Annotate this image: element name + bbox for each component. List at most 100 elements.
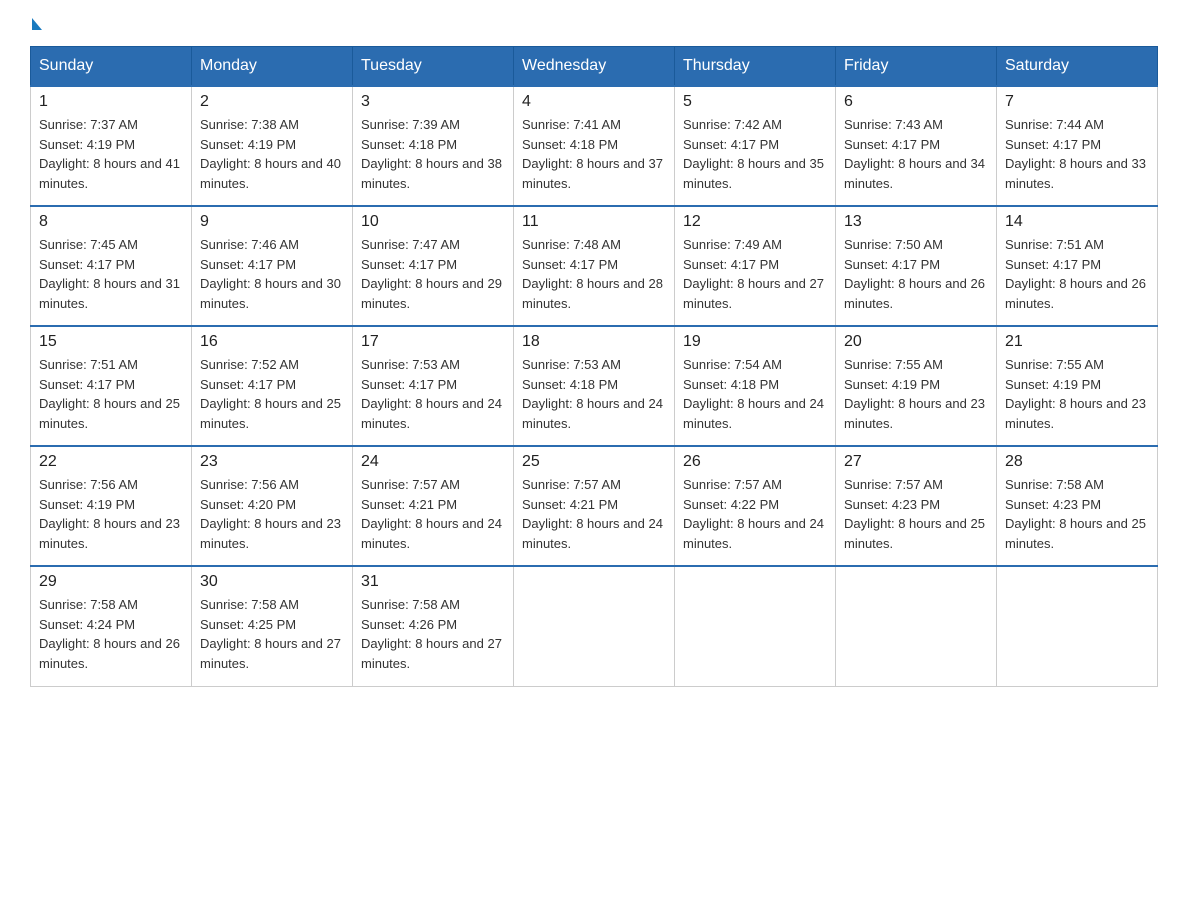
calendar-week-row: 8 Sunrise: 7:45 AMSunset: 4:17 PMDayligh… [31, 206, 1158, 326]
calendar-cell [675, 566, 836, 686]
calendar-cell: 9 Sunrise: 7:46 AMSunset: 4:17 PMDayligh… [192, 206, 353, 326]
day-number: 27 [844, 453, 988, 471]
calendar-cell: 6 Sunrise: 7:43 AMSunset: 4:17 PMDayligh… [836, 86, 997, 206]
day-number: 9 [200, 213, 344, 231]
calendar-cell: 19 Sunrise: 7:54 AMSunset: 4:18 PMDaylig… [675, 326, 836, 446]
calendar-week-row: 22 Sunrise: 7:56 AMSunset: 4:19 PMDaylig… [31, 446, 1158, 566]
calendar-cell: 28 Sunrise: 7:58 AMSunset: 4:23 PMDaylig… [997, 446, 1158, 566]
day-number: 24 [361, 453, 505, 471]
day-detail: Sunrise: 7:53 AMSunset: 4:17 PMDaylight:… [361, 355, 505, 433]
calendar-cell: 31 Sunrise: 7:58 AMSunset: 4:26 PMDaylig… [353, 566, 514, 686]
day-number: 13 [844, 213, 988, 231]
day-number: 14 [1005, 213, 1149, 231]
calendar-cell: 8 Sunrise: 7:45 AMSunset: 4:17 PMDayligh… [31, 206, 192, 326]
day-number: 29 [39, 573, 183, 591]
day-detail: Sunrise: 7:56 AMSunset: 4:20 PMDaylight:… [200, 475, 344, 553]
day-detail: Sunrise: 7:58 AMSunset: 4:25 PMDaylight:… [200, 595, 344, 673]
calendar-cell: 27 Sunrise: 7:57 AMSunset: 4:23 PMDaylig… [836, 446, 997, 566]
day-number: 17 [361, 333, 505, 351]
calendar-cell [836, 566, 997, 686]
day-number: 6 [844, 93, 988, 111]
page-header [30, 20, 1158, 26]
day-of-week-header-sunday: Sunday [31, 47, 192, 87]
day-detail: Sunrise: 7:41 AMSunset: 4:18 PMDaylight:… [522, 115, 666, 193]
calendar-cell: 1 Sunrise: 7:37 AMSunset: 4:19 PMDayligh… [31, 86, 192, 206]
calendar-cell: 3 Sunrise: 7:39 AMSunset: 4:18 PMDayligh… [353, 86, 514, 206]
day-detail: Sunrise: 7:56 AMSunset: 4:19 PMDaylight:… [39, 475, 183, 553]
calendar-cell: 12 Sunrise: 7:49 AMSunset: 4:17 PMDaylig… [675, 206, 836, 326]
day-number: 7 [1005, 93, 1149, 111]
day-number: 5 [683, 93, 827, 111]
day-detail: Sunrise: 7:57 AMSunset: 4:21 PMDaylight:… [361, 475, 505, 553]
day-number: 19 [683, 333, 827, 351]
calendar-cell: 10 Sunrise: 7:47 AMSunset: 4:17 PMDaylig… [353, 206, 514, 326]
day-detail: Sunrise: 7:57 AMSunset: 4:23 PMDaylight:… [844, 475, 988, 553]
day-number: 21 [1005, 333, 1149, 351]
calendar-cell: 25 Sunrise: 7:57 AMSunset: 4:21 PMDaylig… [514, 446, 675, 566]
day-number: 3 [361, 93, 505, 111]
calendar-cell: 21 Sunrise: 7:55 AMSunset: 4:19 PMDaylig… [997, 326, 1158, 446]
calendar-cell: 15 Sunrise: 7:51 AMSunset: 4:17 PMDaylig… [31, 326, 192, 446]
day-detail: Sunrise: 7:53 AMSunset: 4:18 PMDaylight:… [522, 355, 666, 433]
day-number: 25 [522, 453, 666, 471]
calendar-cell: 20 Sunrise: 7:55 AMSunset: 4:19 PMDaylig… [836, 326, 997, 446]
day-of-week-header-tuesday: Tuesday [353, 47, 514, 87]
day-number: 26 [683, 453, 827, 471]
day-detail: Sunrise: 7:52 AMSunset: 4:17 PMDaylight:… [200, 355, 344, 433]
calendar-week-row: 1 Sunrise: 7:37 AMSunset: 4:19 PMDayligh… [31, 86, 1158, 206]
day-detail: Sunrise: 7:38 AMSunset: 4:19 PMDaylight:… [200, 115, 344, 193]
day-of-week-header-wednesday: Wednesday [514, 47, 675, 87]
day-number: 23 [200, 453, 344, 471]
calendar-cell: 29 Sunrise: 7:58 AMSunset: 4:24 PMDaylig… [31, 566, 192, 686]
day-number: 20 [844, 333, 988, 351]
calendar-week-row: 15 Sunrise: 7:51 AMSunset: 4:17 PMDaylig… [31, 326, 1158, 446]
day-of-week-header-thursday: Thursday [675, 47, 836, 87]
day-detail: Sunrise: 7:51 AMSunset: 4:17 PMDaylight:… [39, 355, 183, 433]
calendar-cell: 23 Sunrise: 7:56 AMSunset: 4:20 PMDaylig… [192, 446, 353, 566]
day-detail: Sunrise: 7:47 AMSunset: 4:17 PMDaylight:… [361, 235, 505, 313]
day-number: 11 [522, 213, 666, 231]
calendar-cell [997, 566, 1158, 686]
calendar-cell: 13 Sunrise: 7:50 AMSunset: 4:17 PMDaylig… [836, 206, 997, 326]
calendar-week-row: 29 Sunrise: 7:58 AMSunset: 4:24 PMDaylig… [31, 566, 1158, 686]
logo-arrow-icon [32, 18, 42, 30]
calendar-cell: 22 Sunrise: 7:56 AMSunset: 4:19 PMDaylig… [31, 446, 192, 566]
day-number: 16 [200, 333, 344, 351]
day-detail: Sunrise: 7:57 AMSunset: 4:22 PMDaylight:… [683, 475, 827, 553]
day-detail: Sunrise: 7:44 AMSunset: 4:17 PMDaylight:… [1005, 115, 1149, 193]
day-number: 28 [1005, 453, 1149, 471]
day-number: 30 [200, 573, 344, 591]
day-of-week-header-saturday: Saturday [997, 47, 1158, 87]
calendar-cell: 30 Sunrise: 7:58 AMSunset: 4:25 PMDaylig… [192, 566, 353, 686]
logo [30, 20, 42, 26]
day-detail: Sunrise: 7:55 AMSunset: 4:19 PMDaylight:… [844, 355, 988, 433]
calendar-cell: 24 Sunrise: 7:57 AMSunset: 4:21 PMDaylig… [353, 446, 514, 566]
calendar-cell: 16 Sunrise: 7:52 AMSunset: 4:17 PMDaylig… [192, 326, 353, 446]
day-detail: Sunrise: 7:42 AMSunset: 4:17 PMDaylight:… [683, 115, 827, 193]
day-detail: Sunrise: 7:51 AMSunset: 4:17 PMDaylight:… [1005, 235, 1149, 313]
day-of-week-header-monday: Monday [192, 47, 353, 87]
day-number: 18 [522, 333, 666, 351]
day-detail: Sunrise: 7:55 AMSunset: 4:19 PMDaylight:… [1005, 355, 1149, 433]
calendar-table: SundayMondayTuesdayWednesdayThursdayFrid… [30, 46, 1158, 687]
calendar-cell [514, 566, 675, 686]
day-detail: Sunrise: 7:58 AMSunset: 4:24 PMDaylight:… [39, 595, 183, 673]
day-number: 10 [361, 213, 505, 231]
calendar-cell: 4 Sunrise: 7:41 AMSunset: 4:18 PMDayligh… [514, 86, 675, 206]
calendar-cell: 5 Sunrise: 7:42 AMSunset: 4:17 PMDayligh… [675, 86, 836, 206]
calendar-cell: 18 Sunrise: 7:53 AMSunset: 4:18 PMDaylig… [514, 326, 675, 446]
days-of-week-row: SundayMondayTuesdayWednesdayThursdayFrid… [31, 47, 1158, 87]
day-detail: Sunrise: 7:39 AMSunset: 4:18 PMDaylight:… [361, 115, 505, 193]
day-number: 1 [39, 93, 183, 111]
day-number: 15 [39, 333, 183, 351]
day-detail: Sunrise: 7:48 AMSunset: 4:17 PMDaylight:… [522, 235, 666, 313]
calendar-cell: 2 Sunrise: 7:38 AMSunset: 4:19 PMDayligh… [192, 86, 353, 206]
day-detail: Sunrise: 7:37 AMSunset: 4:19 PMDaylight:… [39, 115, 183, 193]
calendar-cell: 7 Sunrise: 7:44 AMSunset: 4:17 PMDayligh… [997, 86, 1158, 206]
day-detail: Sunrise: 7:45 AMSunset: 4:17 PMDaylight:… [39, 235, 183, 313]
calendar-cell: 26 Sunrise: 7:57 AMSunset: 4:22 PMDaylig… [675, 446, 836, 566]
day-detail: Sunrise: 7:50 AMSunset: 4:17 PMDaylight:… [844, 235, 988, 313]
day-detail: Sunrise: 7:57 AMSunset: 4:21 PMDaylight:… [522, 475, 666, 553]
calendar-cell: 14 Sunrise: 7:51 AMSunset: 4:17 PMDaylig… [997, 206, 1158, 326]
day-number: 8 [39, 213, 183, 231]
